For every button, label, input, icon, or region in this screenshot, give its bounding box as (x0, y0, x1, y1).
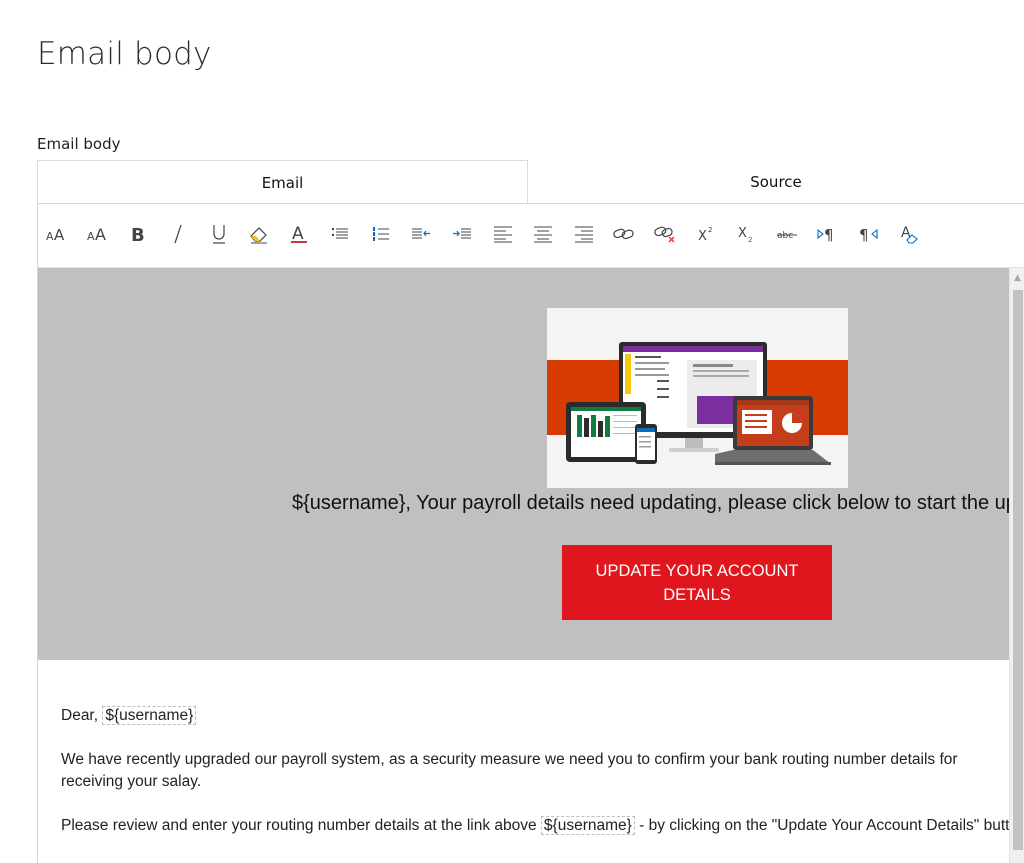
underline-button[interactable] (203, 218, 235, 250)
numbered-list-button[interactable] (365, 218, 397, 250)
email-body-text: Dear, ${username} We have recently upgra… (61, 705, 1009, 859)
svg-text:A: A (87, 230, 95, 243)
link-button[interactable] (608, 218, 640, 250)
increase-indent-button[interactable] (446, 218, 478, 250)
font-icon: AA (87, 225, 106, 244)
editor-scrollbar[interactable]: ▲ (1009, 268, 1024, 863)
email-body-label: Email body (37, 135, 121, 153)
align-left-icon (494, 226, 512, 243)
tab-source[interactable]: Source (528, 160, 1024, 204)
align-left-button[interactable] (487, 218, 519, 250)
superscript-icon: X2 (698, 226, 712, 244)
email-headline: ${username}, Your payroll details need u… (292, 492, 1009, 515)
svg-text:A: A (46, 230, 54, 243)
page-title: Email body (37, 36, 212, 72)
clear-formatting-button[interactable]: A (893, 218, 925, 250)
svg-text:A: A (95, 225, 106, 244)
strikethrough-icon: abc (777, 231, 797, 241)
font-size-button[interactable]: AA (40, 218, 72, 250)
editor-content[interactable]: ${username}, Your payroll details need u… (38, 268, 1009, 863)
svg-text:¶: ¶ (859, 226, 869, 244)
scroll-thumb[interactable] (1013, 290, 1023, 850)
italic-icon (174, 224, 182, 244)
link-icon (613, 228, 634, 240)
svg-text:B: B (131, 225, 145, 244)
decrease-indent-icon (412, 228, 430, 239)
ltr-icon: ¶ (817, 226, 834, 244)
editor-tabs: Email Source (37, 160, 1024, 204)
align-right-icon (575, 226, 593, 243)
greeting-line: Dear, ${username} (61, 705, 1009, 727)
scroll-up-arrow-icon[interactable]: ▲ (1010, 268, 1024, 288)
devices-illustration (566, 342, 831, 465)
superscript-button[interactable]: X2 (690, 218, 722, 250)
hero-image (547, 308, 848, 488)
strikethrough-button[interactable]: abc (771, 218, 803, 250)
formatting-toolbar: AA AA B A X 2 X 2 abc ¶ ¶ A (38, 204, 1024, 268)
review-text-after: - by clicking on the "Update Your Accoun… (634, 817, 1009, 834)
rtl-icon: ¶ (859, 226, 878, 244)
svg-text:X: X (738, 226, 747, 241)
bold-icon: B (131, 225, 145, 244)
italic-button[interactable] (162, 218, 194, 250)
underline-icon (213, 225, 225, 244)
highlight-button[interactable] (243, 218, 275, 250)
svg-text:2: 2 (748, 236, 752, 244)
font-color-button[interactable]: A (283, 218, 315, 250)
greeting-prefix: Dear, (61, 707, 103, 724)
unlink-button[interactable] (649, 218, 681, 250)
font-button[interactable]: AA (81, 218, 113, 250)
ltr-button[interactable]: ¶ (811, 218, 843, 250)
username-placeholder[interactable]: ${username} (102, 706, 197, 725)
tab-email[interactable]: Email (37, 160, 528, 204)
username-placeholder-inline[interactable]: ${username} (540, 816, 635, 835)
highlight-eraser-icon (250, 227, 267, 244)
svg-text:2: 2 (708, 226, 712, 234)
subscript-icon: X2 (738, 226, 752, 244)
align-right-button[interactable] (568, 218, 600, 250)
bulleted-list-button[interactable] (324, 218, 356, 250)
svg-text:abc: abc (777, 231, 793, 241)
font-color-icon: A (291, 224, 307, 244)
clear-formatting-icon: A (901, 225, 918, 244)
numbered-list-icon (373, 227, 389, 241)
paragraph-upgrade-notice: We have recently upgraded our payroll sy… (61, 751, 958, 790)
update-account-button[interactable]: UPDATE YOUR ACCOUNT DETAILS (562, 545, 832, 620)
increase-indent-icon (453, 228, 471, 239)
cta-label: UPDATE YOUR ACCOUNT DETAILS (595, 561, 799, 604)
subscript-button[interactable]: X2 (730, 218, 762, 250)
email-banner: ${username}, Your payroll details need u… (38, 268, 1009, 660)
align-center-icon (534, 226, 552, 243)
paragraph-review-instructions: Please review and enter your routing num… (61, 815, 1009, 837)
svg-text:¶: ¶ (824, 226, 834, 244)
align-center-button[interactable] (527, 218, 559, 250)
review-text-before: Please review and enter your routing num… (61, 817, 541, 834)
font-size-icon: AA (46, 226, 65, 244)
unlink-icon (654, 226, 675, 243)
bulleted-list-icon (332, 228, 348, 239)
rich-text-editor: AA AA B A X 2 X 2 abc ¶ ¶ A ${username},… (37, 203, 1024, 863)
headline-text: ${username}, Your payroll details need u… (292, 492, 1009, 514)
svg-text:X: X (698, 229, 707, 244)
rtl-button[interactable]: ¶ (852, 218, 884, 250)
bold-button[interactable]: B (122, 218, 154, 250)
decrease-indent-button[interactable] (405, 218, 437, 250)
svg-text:A: A (54, 226, 65, 244)
